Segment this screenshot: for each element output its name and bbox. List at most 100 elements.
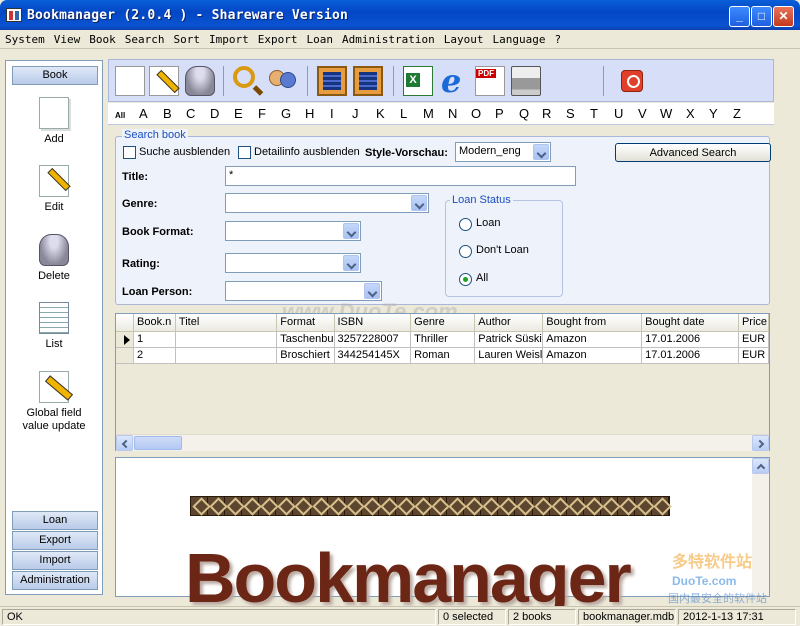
row-selector[interactable] xyxy=(116,347,135,364)
alpha-letter[interactable]: L xyxy=(400,106,407,121)
grid-horizontal-scrollbar[interactable] xyxy=(116,434,769,451)
menu-help[interactable]: ? xyxy=(549,30,565,46)
rating-select[interactable] xyxy=(225,253,361,273)
nav-export[interactable]: Export xyxy=(12,531,98,550)
form-view-alt-icon[interactable] xyxy=(353,66,383,96)
loan-radio[interactable] xyxy=(459,218,472,231)
alpha-letter[interactable]: A xyxy=(139,106,148,121)
column-header[interactable]: Bought from xyxy=(542,314,643,332)
menu-language[interactable]: Language xyxy=(487,30,549,46)
power-exit-icon[interactable] xyxy=(621,70,643,92)
table-cell[interactable] xyxy=(175,347,278,364)
style-preview-select[interactable]: Modern_eng xyxy=(455,142,551,162)
internet-explorer-icon[interactable] xyxy=(439,62,469,100)
hide-detail-checkbox[interactable] xyxy=(238,146,251,159)
loan-person-select[interactable] xyxy=(225,281,382,301)
chevron-down-icon[interactable] xyxy=(533,144,549,160)
menu-view[interactable]: View xyxy=(49,30,85,46)
column-header[interactable]: ISBN xyxy=(334,314,412,332)
menu-sort[interactable]: Sort xyxy=(169,30,205,46)
table-cell[interactable]: EUR xyxy=(738,331,769,348)
alpha-letter[interactable]: Q xyxy=(519,106,529,121)
alpha-letter[interactable]: G xyxy=(281,106,291,121)
nav-list[interactable]: List xyxy=(6,302,102,350)
table-cell[interactable]: Amazon xyxy=(542,347,643,364)
nav-loan[interactable]: Loan xyxy=(12,511,98,530)
alpha-letter[interactable]: K xyxy=(376,106,385,121)
alpha-letter[interactable]: Z xyxy=(733,106,741,121)
table-cell[interactable]: Patrick Süski xyxy=(474,331,544,348)
alpha-letter[interactable]: W xyxy=(660,106,672,121)
genre-select[interactable] xyxy=(225,193,429,213)
menu-layout[interactable]: Layout xyxy=(439,30,488,46)
pdf-export-icon[interactable] xyxy=(475,66,505,96)
alpha-letter[interactable]: C xyxy=(186,106,195,121)
alpha-letter[interactable]: H xyxy=(305,106,314,121)
table-row[interactable]: 2 Broschiert 344254145X Roman Lauren Wei… xyxy=(116,347,769,364)
preview-vertical-scrollbar[interactable] xyxy=(752,458,769,596)
all-radio[interactable] xyxy=(459,273,472,286)
nav-administration[interactable]: Administration xyxy=(12,571,98,590)
scroll-left-icon[interactable] xyxy=(116,435,133,451)
edit-pencil-icon[interactable] xyxy=(149,66,179,96)
chevron-down-icon[interactable] xyxy=(343,223,359,239)
menu-export[interactable]: Export xyxy=(253,30,302,46)
printer-icon[interactable] xyxy=(511,66,541,96)
alpha-letter[interactable]: D xyxy=(210,106,219,121)
alpha-letter[interactable]: B xyxy=(163,106,172,121)
scroll-up-icon[interactable] xyxy=(752,458,769,474)
nav-add[interactable]: Add xyxy=(6,97,102,145)
table-cell[interactable]: Broschiert xyxy=(276,347,335,364)
table-cell[interactable]: EUR xyxy=(738,347,769,364)
menu-system[interactable]: System xyxy=(0,30,49,46)
dont-loan-radio[interactable] xyxy=(459,245,472,258)
nav-delete[interactable]: Delete xyxy=(6,234,102,282)
table-cell[interactable]: 1 xyxy=(133,331,176,348)
excel-export-icon[interactable] xyxy=(403,66,433,96)
scrollbar-thumb[interactable] xyxy=(134,436,182,450)
users-icon[interactable] xyxy=(267,66,297,96)
title-input[interactable]: * xyxy=(225,166,576,186)
alpha-letter[interactable]: X xyxy=(686,106,695,121)
alpha-letter[interactable]: Y xyxy=(709,106,718,121)
table-cell[interactable]: 2 xyxy=(133,347,176,364)
alpha-letter[interactable]: E xyxy=(234,106,243,121)
close-button[interactable]: ✕ xyxy=(773,6,794,27)
nav-header-book[interactable]: Book xyxy=(12,66,98,85)
table-cell[interactable]: Amazon xyxy=(542,331,643,348)
menu-loan[interactable]: Loan xyxy=(302,30,338,46)
chevron-down-icon[interactable] xyxy=(364,283,380,299)
search-magnifier-icon[interactable] xyxy=(233,66,255,88)
table-row[interactable]: 1 Taschenbu 3257228007 Thriller Patrick … xyxy=(116,331,769,348)
alpha-letter[interactable]: S xyxy=(566,106,575,121)
book-format-select[interactable] xyxy=(225,221,361,241)
alpha-letter[interactable]: I xyxy=(330,106,334,121)
app-book-icon[interactable] xyxy=(6,8,22,22)
form-view-icon[interactable] xyxy=(317,66,347,96)
nav-import[interactable]: Import xyxy=(12,551,98,570)
table-cell[interactable]: 3257228007 xyxy=(334,331,412,348)
scroll-right-icon[interactable] xyxy=(752,435,769,451)
menu-administration[interactable]: Administration xyxy=(337,30,439,46)
table-cell[interactable]: 17.01.2006 xyxy=(641,347,739,364)
nav-global-update[interactable]: Global field value update xyxy=(6,371,102,433)
chevron-down-icon[interactable] xyxy=(343,255,359,271)
alpha-letter[interactable]: F xyxy=(258,106,266,121)
column-header[interactable]: Book.n xyxy=(133,314,176,332)
column-header[interactable]: Author xyxy=(474,314,544,332)
column-header[interactable]: Bought date xyxy=(641,314,739,332)
alpha-letter[interactable]: O xyxy=(471,106,481,121)
alpha-letter[interactable]: T xyxy=(590,106,598,121)
alpha-letter[interactable]: R xyxy=(542,106,551,121)
trash-icon[interactable] xyxy=(185,66,215,96)
column-header[interactable]: Genre xyxy=(410,314,476,332)
alpha-letter[interactable]: N xyxy=(448,106,457,121)
chevron-down-icon[interactable] xyxy=(411,195,427,211)
alpha-letter[interactable]: M xyxy=(423,106,434,121)
column-header[interactable]: Price xyxy=(738,314,769,332)
table-cell[interactable]: 17.01.2006 xyxy=(641,331,739,348)
new-document-icon[interactable] xyxy=(115,66,145,96)
menu-search[interactable]: Search xyxy=(120,30,169,46)
alpha-letter[interactable]: J xyxy=(352,106,359,121)
alpha-all[interactable]: All xyxy=(115,111,125,120)
